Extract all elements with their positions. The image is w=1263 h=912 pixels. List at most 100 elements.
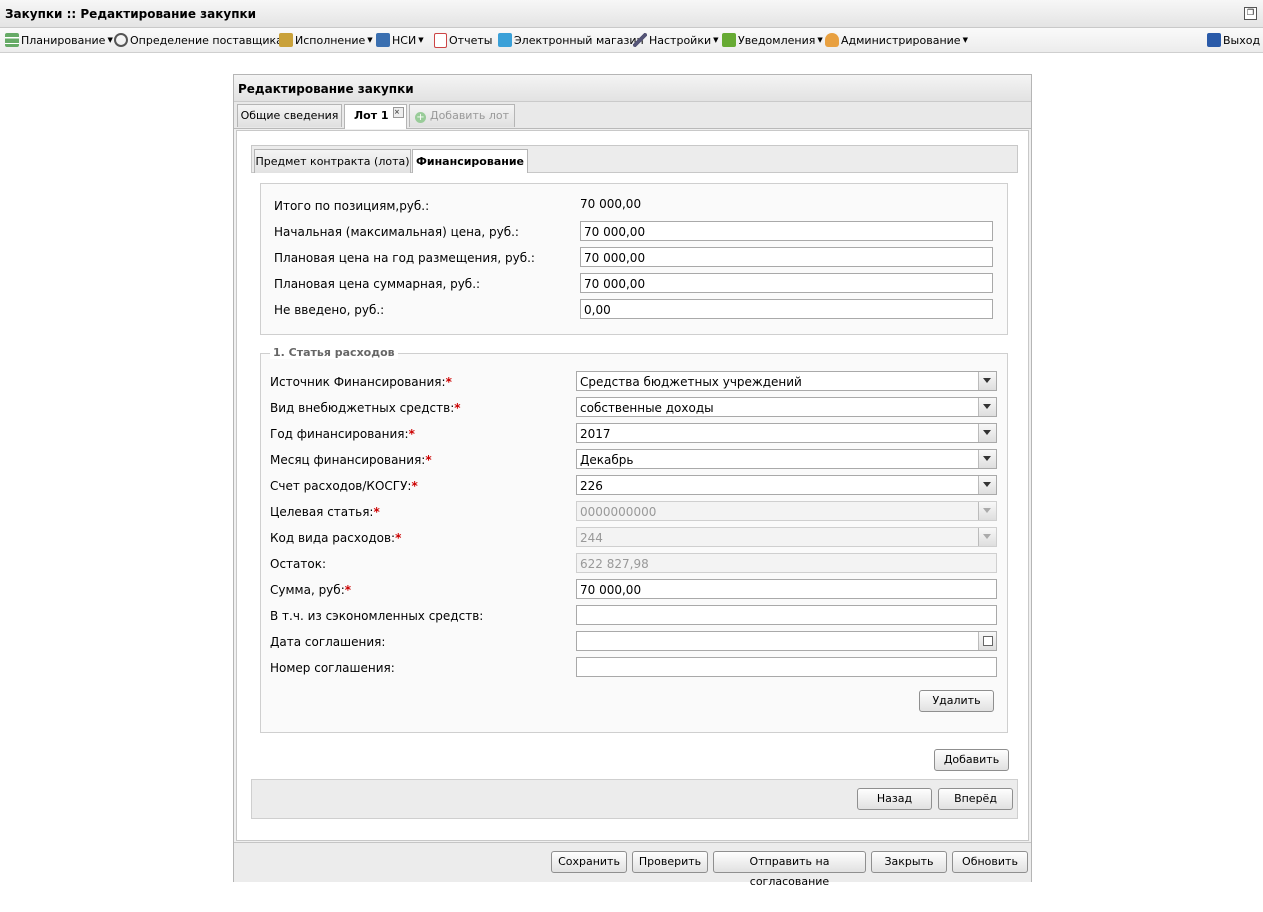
menu-nsi[interactable]: НСИ ▼ — [376, 33, 424, 47]
menu-reports-label: Отчеты — [449, 34, 493, 47]
offbudget-value: собственные доходы — [580, 401, 714, 415]
subtab-subject[interactable]: Предмет контракта (лота) — [254, 149, 411, 173]
chevron-down-icon[interactable] — [978, 476, 996, 494]
delete-button[interactable]: Удалить — [919, 690, 994, 712]
menu-nsi-label: НСИ — [392, 33, 417, 47]
chevron-down-icon: ▼ — [962, 36, 968, 44]
target-value: 0000000000 — [580, 505, 657, 519]
month-label: Месяц финансирования:* — [270, 453, 432, 467]
tab-content: Предмет контракта (лота) Финансирование … — [236, 130, 1029, 841]
initial-price-label: Начальная (максимальная) цена, руб.: — [274, 225, 519, 239]
menu-planning[interactable]: Планирование ▼ — [5, 33, 113, 47]
exit-label: Выход — [1223, 33, 1261, 47]
title-bar: Закупки :: Редактирование закупки ❐ — [0, 0, 1263, 28]
expense-article-legend: 1. Статья расходов — [270, 346, 398, 359]
total-value: 70 000,00 — [580, 197, 642, 211]
menu-execution-label: Исполнение — [295, 33, 366, 47]
back-button[interactable]: Назад — [857, 788, 932, 810]
exit-button[interactable]: Выход — [1207, 33, 1260, 47]
account-select[interactable]: 226 — [576, 475, 997, 495]
offbudget-select[interactable]: собственные доходы — [576, 397, 997, 417]
check-button[interactable]: Проверить — [632, 851, 708, 873]
chevron-down-icon: ▼ — [817, 36, 823, 44]
chevron-down-icon: ▼ — [367, 36, 373, 44]
plan-sum-price-label: Плановая цена суммарная, руб.: — [274, 277, 481, 291]
menu-reports[interactable]: Отчеты — [434, 33, 492, 48]
tab-lot-1-label: Лот 1 — [354, 109, 389, 122]
book-icon — [376, 33, 390, 47]
kvr-value: 244 — [580, 531, 603, 545]
chevron-down-icon[interactable] — [978, 424, 996, 442]
tab-lot-1[interactable]: Лот 1 × — [344, 104, 407, 129]
tab-add-lot: + Добавить лот — [409, 104, 515, 127]
restore-window-icon[interactable]: ❐ — [1244, 7, 1257, 20]
agreement-number-label: Номер соглашения: — [270, 661, 395, 675]
agreement-date-label: Дата соглашения: — [270, 635, 386, 649]
chevron-down-icon: ▼ — [418, 36, 424, 44]
execution-icon — [279, 33, 293, 47]
kvr-select: 244 — [576, 527, 997, 547]
rest-field: 622 827,98 — [576, 553, 997, 573]
chevron-down-icon[interactable] — [978, 398, 996, 416]
plan-sum-price-field[interactable]: 70 000,00 — [580, 273, 993, 293]
month-select[interactable]: Декабрь — [576, 449, 997, 469]
close-icon[interactable]: × — [393, 107, 404, 118]
close-button[interactable]: Закрыть — [871, 851, 947, 873]
send-for-approval-button[interactable]: Отправить на согласование — [713, 851, 866, 888]
initial-price-field[interactable]: 70 000,00 — [580, 221, 993, 241]
refresh-button[interactable]: Обновить — [952, 851, 1028, 873]
panel-footer: Сохранить Проверить Отправить на согласо… — [234, 842, 1031, 888]
window-title: Закупки :: Редактирование закупки — [5, 7, 257, 21]
sum-field[interactable]: 70 000,00 — [576, 579, 997, 599]
offbudget-label: Вид внебюджетных средств:* — [270, 401, 461, 415]
menu-planning-label: Планирование — [21, 33, 106, 47]
year-select[interactable]: 2017 — [576, 423, 997, 443]
expense-article-section: 1. Статья расходов Источник Финансирован… — [260, 346, 1008, 733]
chevron-down-icon — [978, 528, 996, 546]
subtab-financing[interactable]: Финансирование — [412, 149, 528, 173]
year-label: Год финансирования:* — [270, 427, 415, 441]
user-icon — [825, 33, 839, 47]
forward-button[interactable]: Вперёд — [938, 788, 1013, 810]
source-select[interactable]: Средства бюджетных учреждений — [576, 371, 997, 391]
plan-year-price-field[interactable]: 70 000,00 — [580, 247, 993, 267]
not-entered-field[interactable]: 0,00 — [580, 299, 993, 319]
account-label: Счет расходов/КОСГУ:* — [270, 479, 418, 493]
chevron-down-icon[interactable] — [978, 450, 996, 468]
menu-administration-label: Администрирование — [841, 33, 961, 47]
cart-icon — [498, 33, 512, 47]
agreement-number-field[interactable] — [576, 657, 997, 677]
source-label: Источник Финансирования:* — [270, 375, 452, 389]
menu-settings-label: Настройки — [649, 33, 712, 47]
panel-title: Редактирование закупки — [238, 82, 414, 96]
tab-add-lot-label: Добавить лот — [429, 109, 510, 122]
calendar-icon[interactable] — [978, 632, 996, 650]
menu-execution[interactable]: Исполнение ▼ — [279, 33, 373, 47]
menu-administration[interactable]: Администрирование ▼ — [825, 33, 968, 47]
menu-settings[interactable]: Настройки ▼ — [633, 33, 719, 47]
exit-icon — [1207, 33, 1221, 47]
total-label: Итого по позициям,руб.: — [274, 199, 430, 213]
gears-icon — [114, 33, 128, 47]
menu-eshop[interactable]: Электронный магазин — [498, 33, 644, 47]
main-tabs: Общие сведения Лот 1 × + Добавить лот — [234, 102, 1031, 129]
chevron-down-icon: ▼ — [713, 36, 719, 44]
wrench-icon — [633, 33, 647, 47]
year-value: 2017 — [580, 427, 611, 441]
menu-supplier[interactable]: Определение поставщика▼ — [114, 33, 290, 47]
planning-icon — [5, 33, 19, 47]
save-button[interactable]: Сохранить — [551, 851, 627, 873]
target-label: Целевая статья:* — [270, 505, 380, 519]
chevron-down-icon — [978, 502, 996, 520]
agreement-date-field[interactable] — [576, 631, 997, 651]
account-value: 226 — [580, 479, 603, 493]
report-icon — [434, 33, 447, 48]
kvr-label: Код вида расходов:* — [270, 531, 402, 545]
menu-notifications[interactable]: Уведомления ▼ — [722, 33, 823, 47]
chevron-down-icon[interactable] — [978, 372, 996, 390]
saved-funds-field[interactable] — [576, 605, 997, 625]
menu-notifications-label: Уведомления — [738, 33, 816, 47]
add-button[interactable]: Добавить — [934, 749, 1009, 771]
totals-section: Итого по позициям,руб.: 70 000,00 Началь… — [260, 183, 1008, 335]
tab-general[interactable]: Общие сведения — [237, 104, 342, 127]
